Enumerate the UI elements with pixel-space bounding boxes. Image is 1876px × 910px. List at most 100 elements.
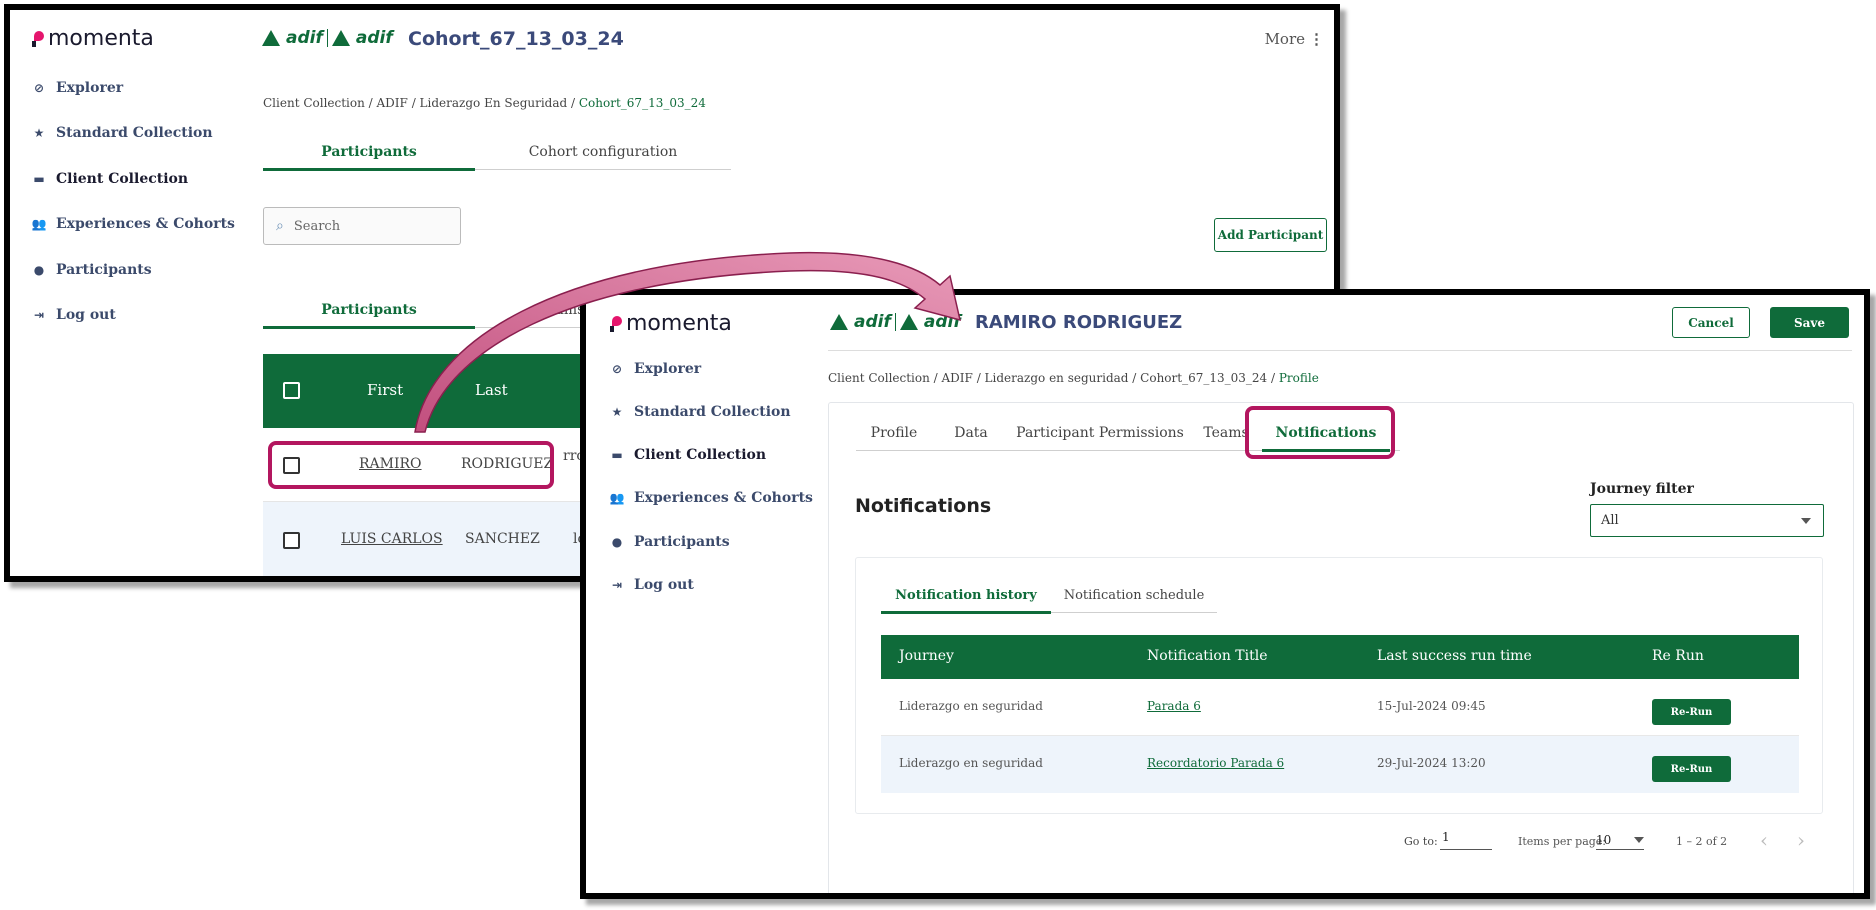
journey-name: Liderazgo en seguridad [899,756,1043,770]
items-per-page-select[interactable]: 10 [1596,830,1644,850]
column-header-journey[interactable]: Journey [899,648,954,664]
table-row: Liderazgo en seguridad Parada 6 15-Jul-2… [881,679,1799,736]
journey-filter-select[interactable]: All [1590,504,1824,537]
re-run-button[interactable]: Re-Run [1652,699,1731,725]
chevron-down-icon [1801,517,1811,524]
momenta-logo[interactable]: momenta [32,26,154,51]
breadcrumb-current: Cohort_67_13_03_24 [578,96,706,110]
cohort-tabs: Participants Cohort configuration [263,134,731,171]
profile-tabs: Profile Data Participant Permissions Tea… [856,415,1400,452]
breadcrumb-item[interactable]: Liderazgo en seguridad [985,371,1129,385]
tab-participants[interactable]: Participants [263,134,475,171]
header-divider [828,350,1852,351]
people-icon: 👥 [609,491,625,505]
row-checkbox[interactable] [283,457,300,474]
breadcrumb: Client Collection / ADIF / Liderazgo En … [263,96,706,110]
breadcrumb-item[interactable]: Client Collection [263,96,365,110]
breadcrumb-item[interactable]: Cohort_67_13_03_24 [1140,371,1267,385]
star-icon: ★ [33,126,45,140]
next-page-icon[interactable]: › [1797,828,1805,852]
sidebar-item-experiences-cohorts[interactable]: 👥 Experiences & Cohorts [610,490,813,506]
logout-icon: ⇥ [611,578,623,592]
participant-first-name-link[interactable]: RAMIRO [359,456,422,472]
compass-icon: ⊘ [611,362,623,376]
goto-label: Go to: [1404,835,1438,848]
tab-cohort-configuration[interactable]: Cohort configuration [475,134,731,169]
adif-av-logo-icon [899,314,918,330]
last-run-time: 29-Jul-2024 13:20 [1377,756,1486,770]
previous-page-icon[interactable]: ‹ [1760,828,1768,852]
sidebar-item-participants[interactable]: ● Participants [610,534,730,550]
chevron-down-icon [1634,836,1644,843]
star-icon: ★ [611,405,623,419]
row-checkbox[interactable] [283,532,300,549]
tab-teams[interactable]: Teams [1190,415,1262,450]
sidebar-item-participants[interactable]: ● Participants [32,262,152,278]
person-icon: ● [611,535,623,549]
compass-icon: ⊘ [33,81,45,95]
adif-logo-icon [830,314,848,330]
adif-brand-logos: adif adif [830,312,961,332]
column-header-notification-title[interactable]: Notification Title [1147,648,1268,664]
tab-profile[interactable]: Profile [856,415,932,450]
sidebar-item-explorer[interactable]: ⊘ Explorer [32,80,123,96]
sidebar-item-experiences-cohorts[interactable]: 👥 Experiences & Cohorts [32,216,235,232]
column-header-first[interactable]: First [367,381,403,399]
items-per-page-label: Items per page: [1518,835,1607,848]
goto-page-input[interactable]: 1 [1440,830,1492,850]
logout-icon: ⇥ [33,308,45,322]
participant-profile-panel: momenta ⊘ Explorer ★ Standard Collection ▬… [580,289,1870,899]
tab-notification-history[interactable]: Notification history [881,579,1051,614]
folder-icon: ▬ [611,448,623,462]
sidebar-item-logout[interactable]: ⇥ Log out [32,307,116,323]
momenta-logo-icon [610,315,622,332]
column-header-re-run[interactable]: Re Run [1652,648,1704,664]
participant-first-name-link[interactable]: LUIS CARLOS [341,531,443,547]
add-participant-button[interactable]: Add Participant [1214,218,1327,252]
page-title: RAMIRO RODRIGUEZ [975,312,1183,333]
tab-notification-schedule[interactable]: Notification schedule [1051,579,1217,612]
adif-logo-icon [262,30,280,46]
sidebar-item-logout[interactable]: ⇥ Log out [610,577,694,593]
section-title: Notifications [855,495,992,517]
table-row: Liderazgo en seguridad Recordatorio Para… [881,736,1799,793]
column-header-last-run[interactable]: Last success run time [1377,648,1532,664]
save-button[interactable]: Save [1770,307,1849,338]
re-run-button[interactable]: Re-Run [1652,756,1731,782]
tab-participants-list[interactable]: Participants [263,292,475,329]
breadcrumb-item[interactable]: ADIF [377,96,408,110]
tab-notifications[interactable]: Notifications [1262,415,1390,452]
sidebar-item-standard-collection[interactable]: ★ Standard Collection [32,125,213,141]
people-icon: 👥 [31,217,47,231]
breadcrumb-item[interactable]: ADIF [942,371,973,385]
select-all-checkbox[interactable] [283,382,300,399]
cancel-button[interactable]: Cancel [1672,307,1750,338]
pagination-range: 1 – 2 of 2 [1676,835,1728,848]
tab-participant-permissions[interactable]: Participant Permissions [1010,415,1190,450]
more-menu-button[interactable]: More ⋮ [1265,30,1324,48]
folder-icon: ▬ [33,172,45,186]
notifications-table-header: Journey Notification Title Last success … [881,635,1799,679]
momenta-logo[interactable]: momenta [610,311,732,336]
last-run-time: 15-Jul-2024 09:45 [1377,699,1486,713]
search-input[interactable]: ⌕ Search [263,207,461,245]
sidebar-item-explorer[interactable]: ⊘ Explorer [610,361,701,377]
column-header-last[interactable]: Last [475,381,508,399]
tab-data[interactable]: Data [932,415,1010,450]
journey-name: Liderazgo en seguridad [899,699,1043,713]
person-icon: ● [33,263,45,277]
sidebar-item-client-collection[interactable]: ▬ Client Collection [32,171,188,187]
page-title: Cohort_67_13_03_24 [408,28,624,50]
breadcrumb: Client Collection / ADIF / Liderazgo en … [828,371,1319,385]
notification-sub-tabs: Notification history Notification schedu… [881,579,1217,614]
breadcrumb-item[interactable]: Liderazgo En Seguridad [420,96,568,110]
notification-title-link[interactable]: Parada 6 [1147,699,1201,713]
notification-title-link[interactable]: Recordatorio Parada 6 [1147,756,1284,770]
breadcrumb-item[interactable]: Client Collection [828,371,930,385]
journey-filter-label: Journey filter [1590,481,1694,497]
participant-last-name: RODRIGUEZ [461,456,554,472]
adif-av-logo-icon [331,30,350,46]
sidebar-item-standard-collection[interactable]: ★ Standard Collection [610,404,791,420]
breadcrumb-current: Profile [1278,371,1319,385]
sidebar-item-client-collection[interactable]: ▬ Client Collection [610,447,766,463]
